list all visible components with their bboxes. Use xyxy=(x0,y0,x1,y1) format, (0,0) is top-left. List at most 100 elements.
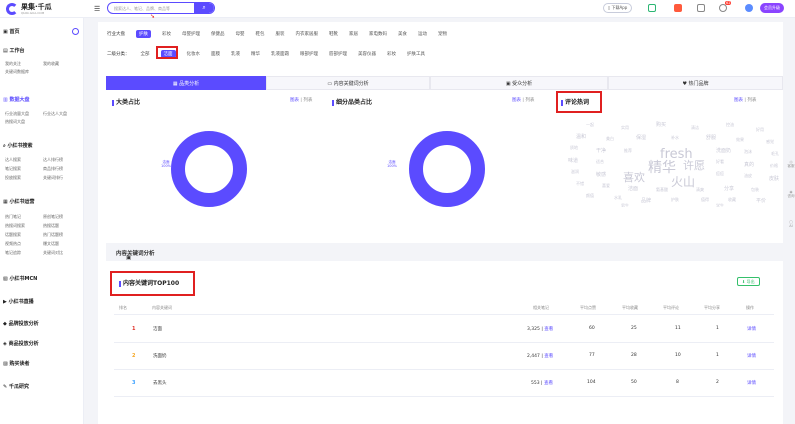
sidebar-item[interactable]: 我的收藏 xyxy=(43,61,59,67)
view-list[interactable]: 列表 xyxy=(303,98,312,103)
tab-category[interactable]: 内衣家居服 xyxy=(296,31,319,37)
document-icon[interactable] xyxy=(697,4,705,12)
cloud-word: 毛孔 xyxy=(771,151,779,156)
avatar[interactable] xyxy=(745,4,753,12)
tab-subcategory[interactable]: 唇部护理 xyxy=(329,51,347,57)
sidebar-item[interactable]: 爆文话题 xyxy=(43,241,59,247)
tab-category[interactable]: 家居 xyxy=(349,31,358,37)
tab-subcategory[interactable]: 化妆水 xyxy=(187,51,201,57)
detail-link[interactable]: 详情 xyxy=(747,326,756,332)
sidebar-item[interactable]: 原创笔记榜 xyxy=(43,214,63,220)
tab-category[interactable]: 鞋靴 xyxy=(329,31,338,37)
view-toggle[interactable]: 图表 | 列表 xyxy=(290,97,312,103)
tab-category[interactable]: 母婴护理 xyxy=(182,31,200,37)
sidebar-group-research[interactable]: ✎ 千瓜研究 xyxy=(3,383,29,390)
tab-subcategory[interactable]: 全部 xyxy=(141,51,150,57)
section-tab-brands[interactable]: ♥ 热门品牌 xyxy=(608,76,783,90)
sidebar-item[interactable]: 关键词数据库 xyxy=(5,69,29,75)
sidebar-item[interactable]: 热门话题榜 xyxy=(43,232,63,238)
tab-subcategory[interactable]: 精华 xyxy=(251,51,260,57)
view-list[interactable]: 列表 xyxy=(525,98,534,103)
download-app-button[interactable]: ▯ 下载App xyxy=(603,3,633,13)
view-chart[interactable]: 图表 xyxy=(512,98,521,103)
bell-icon[interactable] xyxy=(719,4,727,12)
tab-subcategory[interactable]: 美容仪器 xyxy=(358,51,376,57)
sidebar-item[interactable]: 话题搜索 xyxy=(5,232,21,238)
sidebar-group-product[interactable]: ◈ 商品投放分析 xyxy=(3,340,39,347)
tab-subcategory[interactable]: 面膜 xyxy=(211,51,220,57)
sidebar-item[interactable]: 关键词排行 xyxy=(43,175,63,181)
comment-cell: 10 xyxy=(675,353,681,358)
tab-category[interactable]: 宠物 xyxy=(438,31,447,37)
tab-category[interactable]: 美食 xyxy=(398,31,407,37)
tab-category[interactable]: 保健品 xyxy=(211,31,225,37)
menu-icon[interactable]: ☰ xyxy=(94,5,100,13)
sidebar-item[interactable]: 达人搜索 xyxy=(5,157,21,163)
sidebar-item[interactable]: 我的关注 xyxy=(5,61,21,67)
sidebar-group-ops[interactable]: ▦ 小红书运营 xyxy=(3,198,34,205)
view-link[interactable]: 查看 xyxy=(544,354,553,359)
sidebar-group-mcn[interactable]: ▧ 小红书MCN xyxy=(3,275,37,282)
search-button[interactable]: ⌕ xyxy=(194,3,214,13)
sidebar-group-workbench[interactable]: ▤ 工作台 xyxy=(3,47,24,54)
sidebar-group-dashboard[interactable]: ▥ 数据大盘 xyxy=(3,96,29,103)
sidebar-group-live[interactable]: ▶ 小红书直播 xyxy=(3,298,34,305)
sidebar-item[interactable]: 行业流量大盘 xyxy=(5,111,29,117)
tab-category[interactable]: 鞋包 xyxy=(256,31,265,37)
sidebar-item[interactable]: 视频热点 xyxy=(5,241,21,247)
tab-subcategory[interactable]: 彩妆 xyxy=(387,51,396,57)
sidebar-group-search[interactable]: ⌕ 小红书搜索 xyxy=(3,142,33,149)
tab-subcategory[interactable]: 眼部护理 xyxy=(300,51,318,57)
word-cloud: fresh 精华 许愿 喜欢 火山 一起 实用 购买 清洁 控油 好用 温和 美… xyxy=(566,117,784,207)
view-chart[interactable]: 图表 xyxy=(734,98,743,103)
sidebar-item[interactable]: 热门笔记 xyxy=(5,214,21,220)
tab-subcategory[interactable]: 乳液面霜 xyxy=(271,51,289,57)
sidebar-home[interactable]: ▣ 首页 xyxy=(3,28,19,35)
view-link[interactable]: 查看 xyxy=(544,381,553,386)
tab-category[interactable]: 服装 xyxy=(276,31,285,37)
sidebar-group-buy[interactable]: ▨ 购买读者 xyxy=(3,360,29,367)
float-ai-button[interactable]: ▢ AI xyxy=(787,220,795,228)
float-service-button[interactable]: ◎ 客服 xyxy=(787,160,795,169)
search-input[interactable]: 搜索达人、笔记、品牌、商品等 ⌕ xyxy=(107,2,215,14)
sidebar-item[interactable]: 行业达人大盘 xyxy=(43,111,67,117)
tab-subcategory[interactable]: 乳液 xyxy=(231,51,240,57)
sidebar-item[interactable]: 笔记搜索 xyxy=(5,166,21,172)
tab-category[interactable]: 母婴 xyxy=(236,31,245,37)
sidebar-item[interactable]: 关键词对比 xyxy=(43,250,63,256)
add-icon[interactable] xyxy=(72,28,79,35)
sidebar-item[interactable]: 达人排行榜 xyxy=(43,157,63,163)
vip-upgrade-button[interactable]: 会员升级 xyxy=(760,3,784,13)
tab-category[interactable]: 家电数码 xyxy=(369,31,387,37)
section-tab-keywords[interactable]: ▭ 内容关键词分析 xyxy=(266,76,430,90)
tab-category[interactable]: 彩妆 xyxy=(162,31,171,37)
tab-category[interactable]: 运动 xyxy=(418,31,427,37)
sidebar-item[interactable]: 热搜词搜索 xyxy=(5,223,25,229)
float-consult-button[interactable]: ◉ 咨询 xyxy=(787,190,795,199)
cloud-word: 洗面奶 xyxy=(716,148,732,154)
view-toggle[interactable]: 图表 | 列表 xyxy=(512,97,534,103)
view-toggle[interactable]: 图表 | 列表 xyxy=(734,97,756,103)
export-button[interactable]: ⬇ 导出 xyxy=(737,277,760,286)
logo[interactable]: 果集·千瓜 QIAN-GUA.COM xyxy=(6,3,52,15)
section-tab-category[interactable]: ▦ 品类分析 xyxy=(106,76,266,90)
sidebar-item[interactable]: 热搜话题 xyxy=(43,223,59,229)
sidebar-group-brand[interactable]: ◆ 品牌投放分析 xyxy=(3,320,39,327)
cloud-word: 清洁 xyxy=(691,125,699,130)
apps-icon[interactable] xyxy=(674,4,682,12)
fav-cell: 25 xyxy=(631,326,637,331)
sidebar-item[interactable]: 热搜词大盘 xyxy=(5,119,25,125)
detail-link[interactable]: 详情 xyxy=(747,380,756,386)
section-tab-audience[interactable]: ▣ 受众分析 xyxy=(430,76,608,90)
tab-subcategory[interactable]: 护肤工具 xyxy=(407,51,425,57)
sidebar-item[interactable]: 商品排行榜 xyxy=(43,166,63,172)
tab-category[interactable]: 护肤 xyxy=(136,30,151,38)
sidebar-item[interactable]: 投放搜索 xyxy=(5,175,21,181)
view-list[interactable]: 列表 xyxy=(747,98,756,103)
chat-icon[interactable] xyxy=(648,4,656,12)
sidebar-item[interactable]: 笔记追踪 xyxy=(5,250,21,256)
detail-link[interactable]: 详情 xyxy=(747,353,756,359)
view-link[interactable]: 查看 xyxy=(544,327,553,332)
sidebar-group-label: 小红书搜索 xyxy=(7,143,33,149)
view-chart[interactable]: 图表 xyxy=(290,98,299,103)
